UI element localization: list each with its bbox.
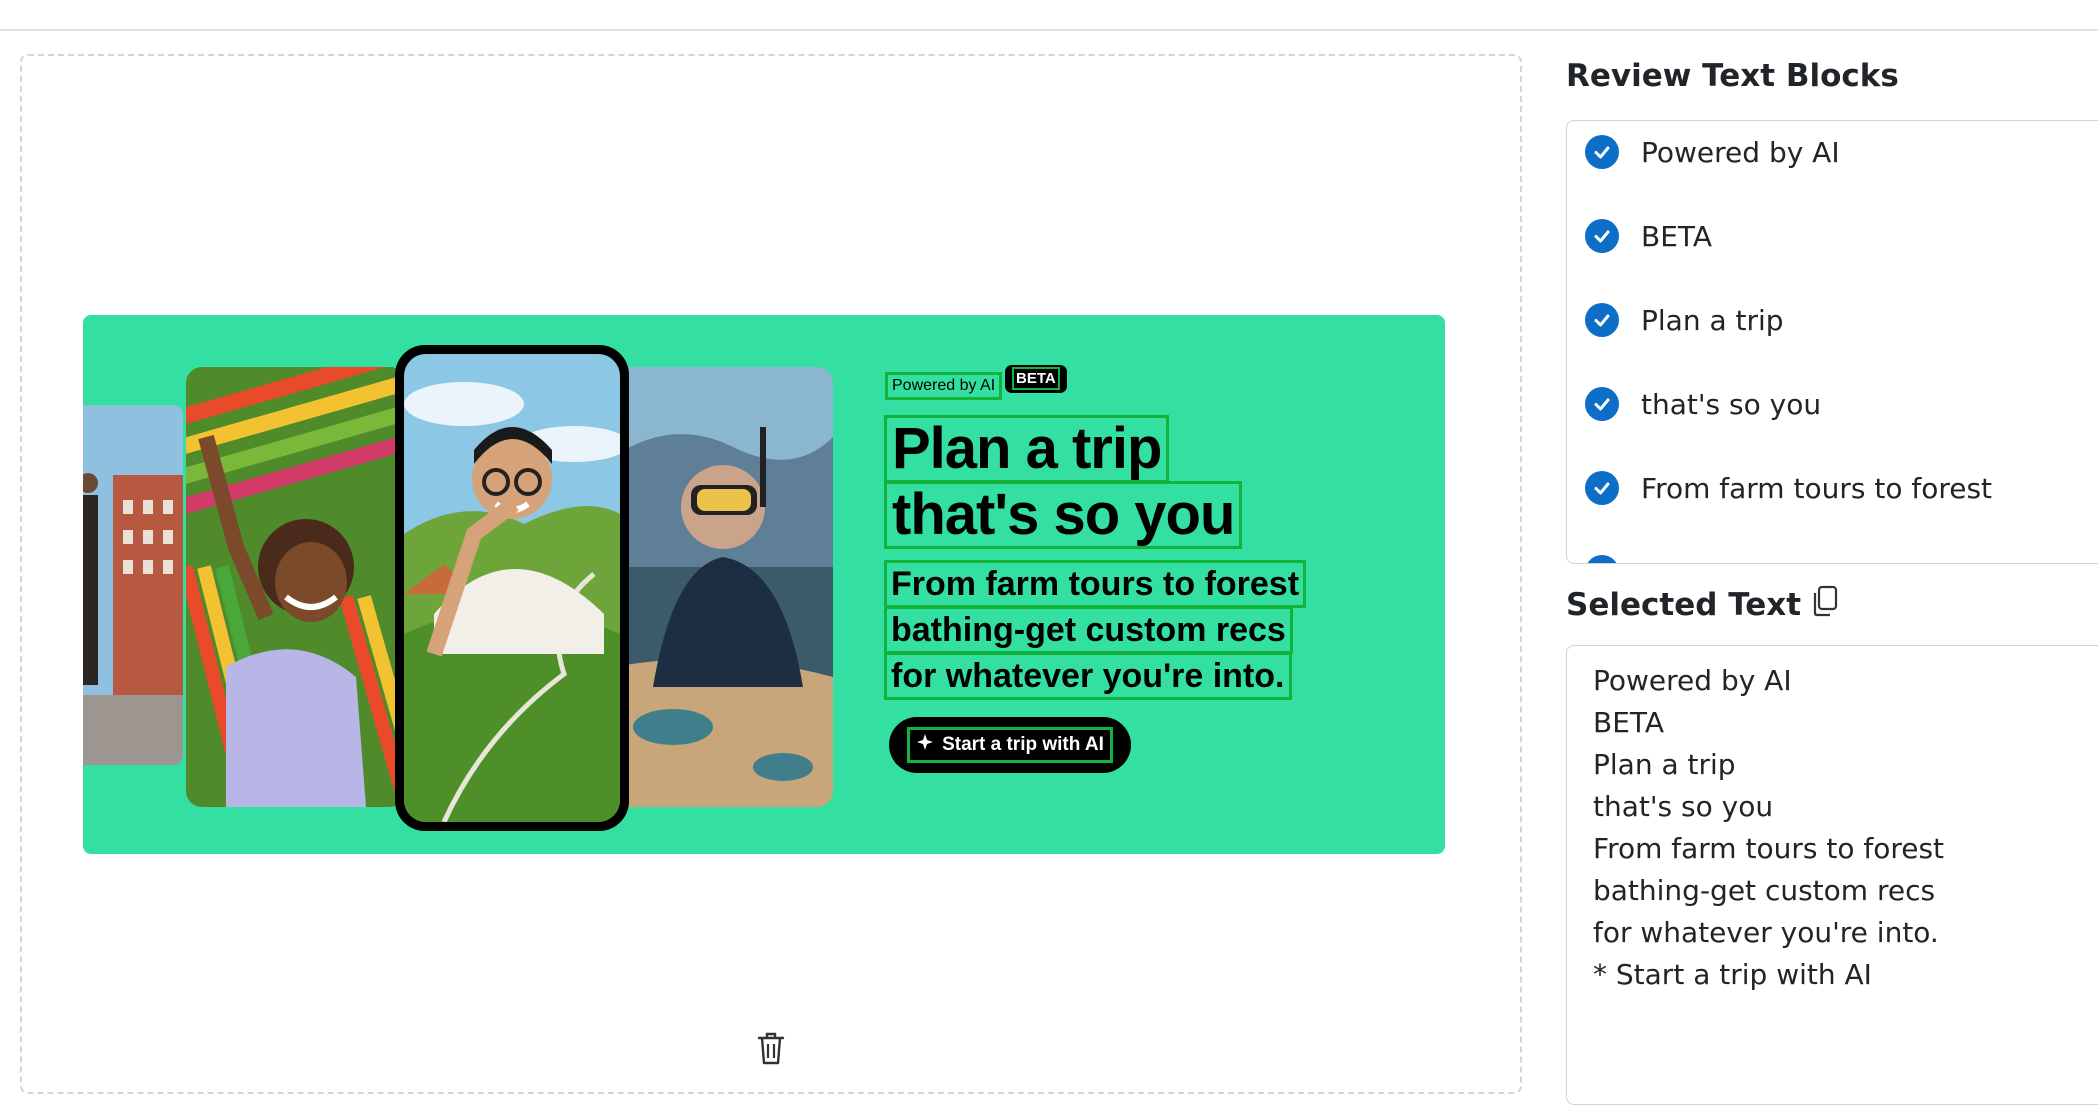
selected-text-header: Selected Text [1566, 585, 1839, 625]
check-circle-icon[interactable] [1585, 555, 1619, 563]
selected-text-title: Selected Text [1566, 587, 1802, 623]
review-item-label: Powered by AI [1641, 135, 1840, 169]
start-trip-label: Start a trip with AI [942, 734, 1104, 755]
ad-banner-image: Powered by AI BETA Plan a trip that's so… [83, 315, 1445, 854]
review-item[interactable]: Plan a trip [1585, 303, 1784, 337]
review-item[interactable]: that's so you [1585, 387, 1821, 421]
review-item-label: Plan a trip [1641, 303, 1784, 337]
headline-line-2: that's so you [884, 481, 1243, 549]
selected-text-line: bathing-get custom recs [1593, 874, 1936, 907]
selected-text-line: Powered by AI [1593, 664, 1792, 697]
subtext-line-3: for whatever you're into. [884, 652, 1292, 700]
check-circle-icon[interactable] [1585, 471, 1619, 505]
review-item[interactable]: BETA [1585, 219, 1712, 253]
beta-badge: BETA [1005, 365, 1067, 393]
review-item-label: that's so you [1641, 387, 1822, 421]
trash-icon[interactable] [755, 1030, 787, 1066]
selected-text-line: that's so you [1593, 790, 1774, 823]
check-circle-icon[interactable] [1585, 135, 1619, 169]
phone-mockup [395, 345, 629, 831]
review-text-blocks-title: Review Text Blocks [1566, 58, 1899, 94]
copy-icon[interactable] [1811, 585, 1839, 625]
review-item-label: From farm tours to forest [1641, 471, 1993, 505]
check-circle-icon[interactable] [1585, 219, 1619, 253]
review-item[interactable]: Powered by AI [1585, 135, 1840, 169]
powered-by-label: Powered by AI [885, 372, 1003, 400]
subtext-line-1: From farm tours to forest [884, 560, 1307, 608]
selected-text-line: * Start a trip with AI [1593, 958, 1872, 991]
top-divider [0, 29, 2098, 31]
photo-card-snorkeler [613, 367, 833, 807]
review-item[interactable]: From farm tours to forest [1585, 471, 1992, 505]
check-circle-icon[interactable] [1585, 303, 1619, 337]
photo-card-woman-fields [186, 367, 406, 807]
subtext-line-2: bathing-get custom recs [884, 606, 1293, 654]
review-item-partial[interactable] [1585, 555, 1619, 563]
review-text-blocks-list[interactable]: Powered by AI BETA Plan a trip that's so… [1566, 120, 2098, 564]
headline-line-1: Plan a trip [884, 415, 1170, 483]
selected-text-line: Plan a trip [1593, 748, 1736, 781]
check-circle-icon[interactable] [1585, 387, 1619, 421]
start-trip-button: Start a trip with AI [889, 717, 1131, 773]
selected-text-area[interactable]: Powered by AI BETA Plan a trip that's so… [1566, 645, 2098, 1105]
photo-card-city [83, 405, 183, 765]
selected-text-line: BETA [1593, 706, 1664, 739]
selected-text-line: for whatever you're into. [1593, 916, 1939, 949]
sparkle-icon [916, 732, 936, 758]
review-item-label: BETA [1641, 219, 1712, 253]
selected-text-line: From farm tours to forest [1593, 832, 1945, 865]
beta-badge-text: BETA [1012, 367, 1060, 390]
